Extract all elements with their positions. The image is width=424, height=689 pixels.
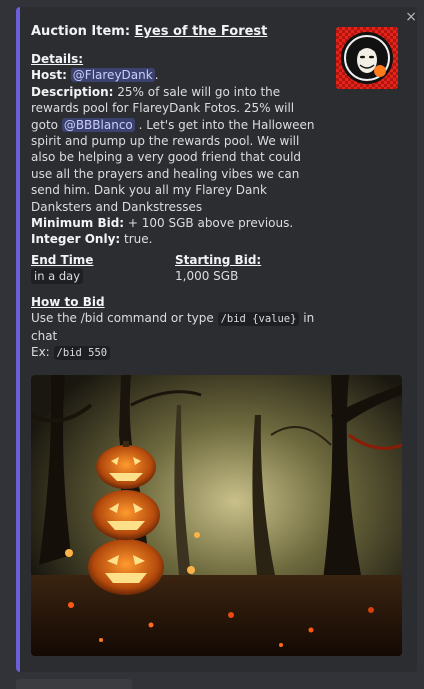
details-heading: Details: (31, 52, 84, 66)
auction-image[interactable] (31, 375, 402, 656)
description-label: Description: (31, 84, 114, 99)
thumbnail-avatar[interactable] (336, 27, 398, 89)
host-mention[interactable]: @FlareyDank (70, 68, 155, 83)
starting-bid-value: 1,000 SGB (175, 269, 239, 284)
min-bid-label: Minimum Bid: (31, 216, 125, 231)
end-time-name: End Time (31, 253, 94, 267)
example-prefix: Ex: (31, 345, 54, 360)
title-link[interactable]: Eyes of the Forest (135, 24, 268, 39)
example-code: /bid 550 (53, 346, 111, 361)
integer-only-value: true. (120, 232, 153, 247)
starting-bid-field: Starting Bid: 1,000 SGB (175, 252, 261, 285)
title-prefix: Auction Item: (31, 24, 135, 39)
description-text-2: . Let's get into the Halloween spirit an… (31, 117, 315, 214)
halloween-pumpkins-image (31, 375, 402, 656)
auction-embed: × Auction Item: Eyes of the Forest Detai… (16, 7, 417, 672)
message-input-edge (16, 679, 132, 689)
howto-code: /bid {value} (217, 312, 300, 327)
host-label: Host: (31, 68, 67, 83)
anonymous-mask-icon (336, 27, 398, 89)
end-time-field: End Time in a day (31, 252, 93, 285)
howto-heading: How to Bid (31, 295, 105, 309)
howto-text-1: Use the /bid command or type (31, 311, 218, 326)
embed-title: Auction Item: Eyes of the Forest (31, 24, 267, 39)
min-bid-value: + 100 SGB above previous. (124, 216, 294, 231)
starting-bid-name: Starting Bid: (175, 253, 262, 267)
end-time-value: in a day (31, 268, 83, 285)
integer-only-label: Integer Only: (31, 232, 121, 247)
embed-description: Details: Host: @FlareyDank. Description:… (31, 51, 321, 248)
description-mention[interactable]: @BBBlanco (61, 117, 135, 132)
close-icon[interactable]: × (405, 10, 417, 24)
how-to-bid: How to Bid Use the /bid command or type … (31, 294, 321, 362)
host-after: . (154, 68, 159, 83)
